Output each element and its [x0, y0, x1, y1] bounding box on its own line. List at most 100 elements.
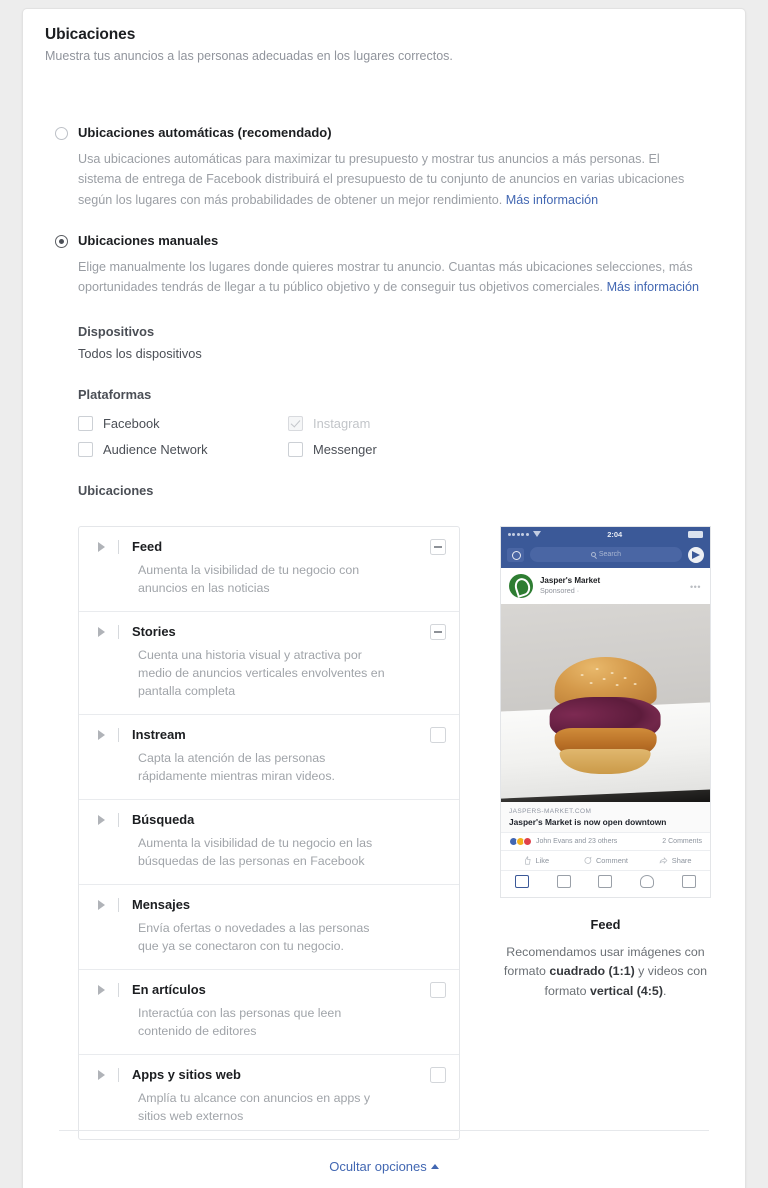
status-time: 2:04: [607, 530, 622, 539]
platforms-row: Facebook Instagram: [78, 416, 498, 431]
expand-triangle-icon[interactable]: [98, 627, 105, 637]
platform-messenger[interactable]: Messenger: [288, 442, 498, 457]
chevron-up-icon: [431, 1164, 439, 1169]
manual-more-info-link[interactable]: Más información: [607, 280, 699, 294]
placement-row-instream[interactable]: Instream Capta la atención de las person…: [79, 715, 459, 800]
platform-facebook[interactable]: Facebook: [78, 416, 288, 431]
expand-triangle-icon[interactable]: [98, 730, 105, 740]
preview-title: Feed: [591, 917, 621, 932]
placements-and-preview: Feed Aumenta la visibilidad de tu negoci…: [78, 526, 723, 1140]
share-button[interactable]: Share: [640, 856, 710, 865]
phone-nav-bar: Search: [501, 542, 710, 568]
divider: [118, 813, 119, 827]
like-button[interactable]: Like: [501, 856, 571, 865]
devices-value: Todos los dispositivos: [78, 346, 723, 361]
platforms-row: Audience Network Messenger: [78, 442, 498, 457]
more-options-icon[interactable]: •••: [690, 582, 701, 592]
placement-row-header: Mensajes: [79, 895, 459, 915]
notifications-bell-tab-icon[interactable]: [640, 875, 654, 888]
camera-icon[interactable]: [507, 548, 524, 562]
burger-illustration: [550, 657, 661, 772]
platform-instagram: Instagram: [288, 416, 498, 431]
phone-mockup: 2:04 Search: [500, 526, 711, 898]
post-link-block[interactable]: JASPERS-MARKET.COM Jasper's Market is no…: [501, 802, 710, 832]
expand-triangle-icon[interactable]: [98, 542, 105, 552]
battery-icon: [688, 531, 703, 538]
checkbox-placement-stories[interactable]: [430, 624, 446, 640]
post-meta: Jasper's Market Sponsored ·: [540, 576, 600, 595]
placement-description-instream: Capta la atención de las personas rápida…: [138, 750, 459, 786]
placement-row-header: Apps y sitios web: [79, 1065, 459, 1085]
placement-row-header: Feed: [79, 537, 459, 557]
comments-count: 2 Comments: [662, 838, 702, 845]
news-feed-tab-icon[interactable]: [515, 875, 529, 888]
post-link-title: Jasper's Market is now open downtown: [509, 817, 702, 827]
post-link-domain: JASPERS-MARKET.COM: [509, 808, 702, 815]
phone-status-bar: 2:04: [501, 527, 710, 542]
radio-automatic-placements[interactable]: [55, 127, 68, 140]
comment-button[interactable]: Comment: [571, 856, 641, 865]
menu-tab-icon[interactable]: [682, 875, 696, 888]
platforms-checkbox-group: Facebook Instagram Audience Network: [78, 416, 498, 457]
expand-triangle-icon[interactable]: [98, 900, 105, 910]
post-reactions-bar: John Evans and 23 others 2 Comments: [501, 832, 710, 850]
checkbox-messenger[interactable]: [288, 442, 303, 457]
placement-description-stories: Cuenta una historia visual y atractiva p…: [138, 647, 459, 701]
checkbox-placement-feed[interactable]: [430, 539, 446, 555]
comment-bubble-icon: [583, 856, 592, 865]
option-automatic-placements[interactable]: Ubicaciones automáticas (recomendado) Us…: [45, 124, 723, 210]
watch-video-tab-icon[interactable]: [557, 875, 571, 888]
post-action-bar: Like Comment Share: [501, 850, 710, 870]
expand-triangle-icon[interactable]: [98, 1070, 105, 1080]
expand-triangle-icon[interactable]: [98, 985, 105, 995]
placement-row-en-articulos[interactable]: En artículos Interactúa con las personas…: [79, 970, 459, 1055]
placement-name-mensajes: Mensajes: [132, 897, 190, 912]
search-input[interactable]: Search: [530, 547, 682, 562]
placement-row-feed[interactable]: Feed Aumenta la visibilidad de tu negoci…: [79, 527, 459, 612]
checkbox-placement-en-articulos[interactable]: [430, 982, 446, 998]
checkbox-placement-apps-y-sitios-web[interactable]: [430, 1067, 446, 1083]
radio-manual-placements[interactable]: [55, 235, 68, 248]
page-subtitle: Muestra tus anuncios a las personas adec…: [45, 48, 723, 65]
divider: [118, 1068, 119, 1082]
platform-facebook-label: Facebook: [103, 416, 160, 431]
placements-list: Feed Aumenta la visibilidad de tu negoci…: [78, 526, 460, 1140]
placement-row-stories[interactable]: Stories Cuenta una historia visual y atr…: [79, 612, 459, 715]
placement-row-header: En artículos: [79, 980, 459, 1000]
placement-preview-pane: 2:04 Search: [488, 526, 723, 1001]
expand-triangle-icon[interactable]: [98, 815, 105, 825]
placement-description-en-articulos: Interactúa con las personas que leen con…: [138, 1005, 459, 1041]
footer-divider: [59, 1130, 709, 1131]
preview-desc-part3: .: [663, 984, 666, 998]
platform-audience-network[interactable]: Audience Network: [78, 442, 288, 457]
share-label: Share: [672, 856, 692, 865]
placement-description-mensajes: Envía ofertas o novedades a las personas…: [138, 920, 459, 956]
option-automatic-description: Usa ubicaciones automáticas para maximiz…: [78, 149, 723, 210]
like-label: Like: [536, 856, 550, 865]
platforms-title: Plataformas: [78, 387, 723, 402]
placement-description-busqueda: Aumenta la visibilidad de tu negocio en …: [138, 835, 459, 871]
checkbox-audience-network[interactable]: [78, 442, 93, 457]
ad-photo: [501, 604, 710, 802]
option-manual-placements[interactable]: Ubicaciones manuales Elige manualmente l…: [45, 232, 723, 298]
placement-row-busqueda[interactable]: Búsqueda Aumenta la visibilidad de tu ne…: [79, 800, 459, 885]
manual-options-panel: Dispositivos Todos los dispositivos Plat…: [45, 324, 723, 1140]
checkbox-instagram: [288, 416, 303, 431]
messenger-icon[interactable]: [688, 547, 704, 563]
phone-tab-bar: [501, 870, 710, 893]
marketplace-tab-icon[interactable]: [598, 875, 612, 888]
placement-row-mensajes[interactable]: Mensajes Envía ofertas o novedades a las…: [79, 885, 459, 970]
checkbox-facebook[interactable]: [78, 416, 93, 431]
divider: [118, 898, 119, 912]
checkbox-placement-instream[interactable]: [430, 727, 446, 743]
hide-options-toggle[interactable]: Ocultar opciones: [23, 1159, 745, 1174]
automatic-more-info-link[interactable]: Más información: [506, 193, 598, 207]
option-manual-description-text: Elige manualmente los lugares donde quie…: [78, 260, 693, 294]
placement-row-apps-y-sitios-web[interactable]: Apps y sitios web Amplía tu alcance con …: [79, 1055, 459, 1139]
page-title: Ubicaciones: [45, 26, 723, 44]
platform-messenger-label: Messenger: [313, 442, 377, 457]
thumbs-up-icon: [523, 856, 532, 865]
preview-description: Recomendamos usar imágenes con formato c…: [489, 943, 721, 1001]
search-icon: [591, 552, 596, 557]
placement-name-instream: Instream: [132, 727, 186, 742]
